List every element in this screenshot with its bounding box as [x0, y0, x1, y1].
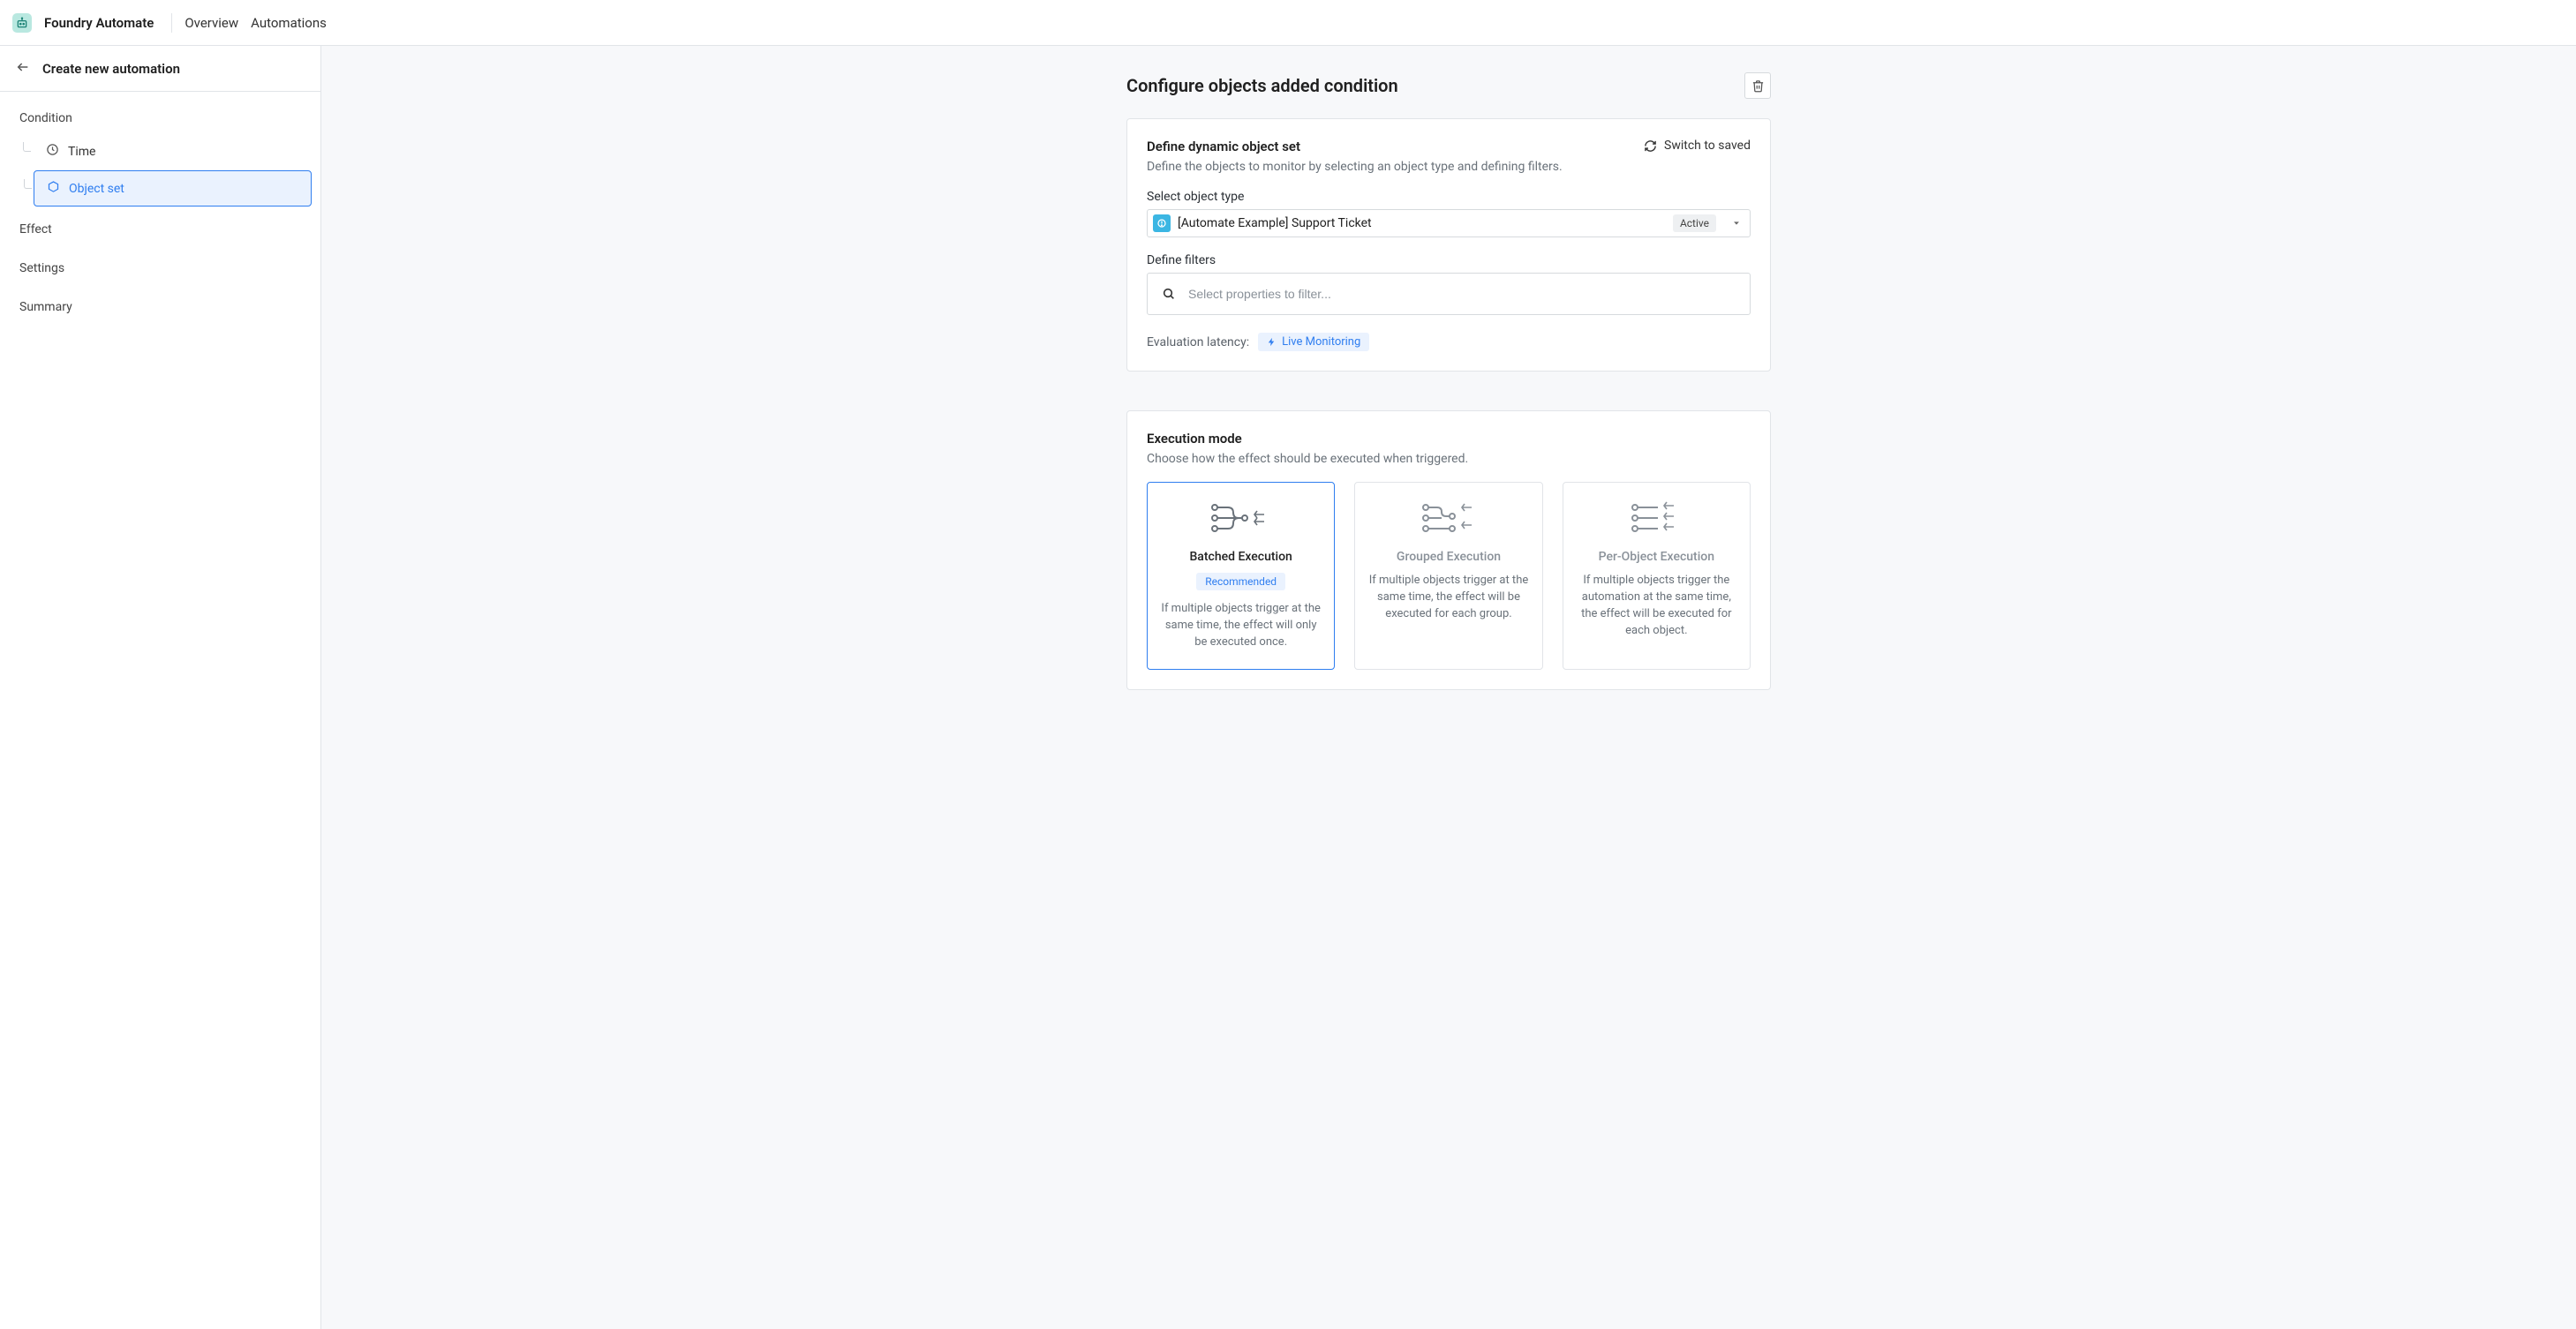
sidebar-title: Create new automation	[42, 61, 180, 77]
sidebar-item-object-set[interactable]: Object set	[34, 170, 312, 206]
sidebar-body: Condition Time Object set Effect Setting…	[0, 92, 320, 339]
delete-button[interactable]	[1744, 72, 1771, 99]
switch-to-saved-label: Switch to saved	[1664, 139, 1751, 153]
search-icon	[1162, 287, 1176, 301]
execution-mode-card: Execution mode Choose how the effect sho…	[1126, 410, 1771, 690]
back-arrow-icon[interactable]	[16, 60, 30, 78]
card-subtitle: Define the objects to monitor by selecti…	[1147, 160, 1644, 174]
object-type-select[interactable]: [Automate Example] Support Ticket Active	[1147, 209, 1751, 237]
refresh-icon	[1644, 139, 1657, 153]
app-name: Foundry Automate	[44, 15, 154, 31]
select-object-type-label: Select object type	[1147, 190, 1751, 204]
mode-grouped[interactable]: Grouped Execution If multiple objects tr…	[1354, 482, 1542, 670]
mode-desc: If multiple objects trigger at the same …	[1158, 601, 1323, 651]
latency-badge: Live Monitoring	[1258, 333, 1369, 351]
latency-badge-text: Live Monitoring	[1282, 335, 1360, 349]
app-header: Foundry Automate Overview Automations	[0, 0, 2576, 46]
mode-batched[interactable]: Batched Execution Recommended If multipl…	[1147, 482, 1335, 670]
app-logo	[12, 13, 32, 33]
mode-title: Grouped Execution	[1366, 550, 1531, 564]
sidebar-item-label: Time	[68, 145, 95, 159]
sidebar-item-summary[interactable]: Summary	[19, 291, 312, 323]
robot-icon	[16, 17, 28, 29]
mode-desc: If multiple objects trigger the automati…	[1574, 573, 1739, 639]
card-subtitle: Choose how the effect should be executed…	[1147, 452, 1751, 466]
filter-input-wrapper[interactable]	[1147, 273, 1751, 315]
trash-icon	[1751, 79, 1765, 93]
cube-icon	[47, 180, 60, 197]
object-type-value: [Automate Example] Support Ticket	[1178, 216, 1666, 230]
latency-row: Evaluation latency: Live Monitoring	[1147, 333, 1751, 351]
page-title: Configure objects added condition	[1126, 75, 1398, 96]
define-filters-label: Define filters	[1147, 253, 1751, 267]
recommended-badge: Recommended	[1196, 573, 1285, 590]
bolt-icon	[1267, 337, 1277, 347]
switch-to-saved-button[interactable]: Switch to saved	[1644, 139, 1751, 153]
mode-title: Batched Execution	[1158, 550, 1323, 564]
clock-icon	[46, 143, 59, 160]
grouped-icon	[1366, 499, 1531, 537]
sidebar-item-settings[interactable]: Settings	[19, 252, 312, 284]
object-type-icon	[1153, 214, 1171, 232]
card-title: Execution mode	[1147, 431, 1751, 447]
sidebar: Create new automation Condition Time Obj…	[0, 46, 321, 1329]
main-content: Configure objects added condition Define…	[321, 46, 2576, 1329]
mode-desc: If multiple objects trigger at the same …	[1366, 573, 1531, 623]
card-title: Define dynamic object set	[1147, 139, 1644, 154]
sidebar-header: Create new automation	[0, 46, 320, 92]
sidebar-item-effect[interactable]: Effect	[19, 214, 312, 245]
divider	[171, 13, 172, 33]
latency-label: Evaluation latency:	[1147, 335, 1249, 349]
status-badge: Active	[1673, 214, 1716, 232]
nav-automations[interactable]: Automations	[251, 15, 327, 31]
mode-per-object[interactable]: Per-Object Execution If multiple objects…	[1563, 482, 1751, 670]
filter-input[interactable]	[1188, 287, 1736, 301]
nav-overview[interactable]: Overview	[185, 15, 238, 31]
page-title-row: Configure objects added condition	[1126, 72, 1771, 99]
sidebar-section-condition[interactable]: Condition	[19, 111, 312, 125]
sidebar-item-label: Object set	[69, 182, 124, 196]
object-set-card: Define dynamic object set Define the obj…	[1126, 118, 1771, 372]
sidebar-item-time[interactable]: Time	[34, 134, 312, 169]
mode-title: Per-Object Execution	[1574, 550, 1739, 564]
per-object-icon	[1574, 499, 1739, 537]
batched-icon	[1158, 499, 1323, 537]
caret-down-icon[interactable]	[1723, 213, 1744, 234]
